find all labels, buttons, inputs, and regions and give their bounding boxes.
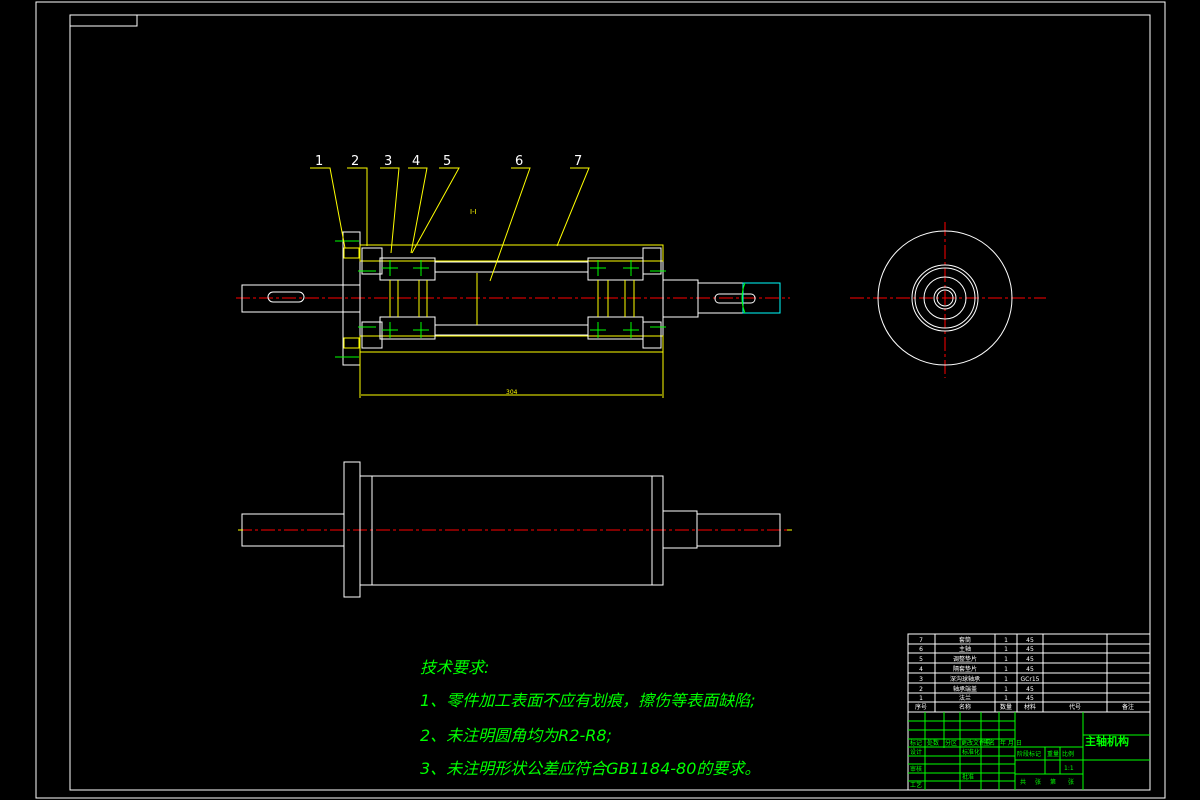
- label-standard: 标准化: [962, 748, 980, 756]
- row-quantity: 1: [1004, 666, 1008, 673]
- label-weight: 重量: [1047, 750, 1059, 758]
- row-number: 4: [919, 666, 923, 673]
- tech-item-3: 3、未注明形状公差应符合GB1184-80的要求。: [420, 759, 761, 778]
- length-dimension: 304: [506, 389, 518, 396]
- part-number-7: 7: [574, 154, 582, 169]
- label-stage: 阶段标记: [1017, 750, 1041, 758]
- label-review: 审核: [910, 765, 922, 773]
- label-mark: 标记: [910, 739, 922, 747]
- label-date: 年 月 日: [1000, 739, 1022, 747]
- tech-item-1: 1、零件加工表面不应有划痕，擦伤等表面缺陷;: [420, 691, 756, 710]
- label-approve: 批准: [962, 773, 974, 781]
- row-number: 5: [919, 656, 923, 663]
- row-name: 主轴: [959, 645, 971, 653]
- part-number-4: 4: [412, 154, 420, 169]
- part-number-5: 5: [443, 154, 451, 169]
- row-number: 7: [919, 637, 923, 644]
- label-zone: 分区: [945, 739, 957, 747]
- parts-list: 7 套筒 1 45 6 主轴 1 45 5 调整垫片 1 45 4 隔套垫片 1 45 3 深沟球轴承 1 GCr15…: [907, 633, 1151, 713]
- row-name: 深沟球轴承: [950, 675, 980, 683]
- part-number-2: 2: [351, 154, 359, 169]
- drawing-title: 主轴机构: [1085, 734, 1129, 748]
- section-label: I-I: [470, 208, 477, 216]
- header-cell: 备注: [1122, 703, 1134, 711]
- label-sheet: 张: [1068, 778, 1074, 786]
- row-quantity: 1: [1004, 656, 1008, 663]
- label-total: 共: [1020, 778, 1026, 786]
- row-number: 3: [919, 676, 923, 683]
- row-quantity: 1: [1004, 637, 1008, 644]
- label-sheets: 张: [1035, 778, 1041, 786]
- part-number-3: 3: [384, 154, 392, 169]
- outline-view: [238, 461, 792, 598]
- row-material: 45: [1026, 646, 1034, 653]
- row-material: 45: [1026, 666, 1034, 673]
- label-signature: 签名: [983, 739, 995, 747]
- header-cell: 代号: [1069, 703, 1081, 711]
- tech-item-2: 2、未注明圆角均为R2-R8;: [420, 726, 612, 745]
- drawing-code-box: [69, 14, 138, 27]
- end-view: [850, 222, 1046, 378]
- title-block: 主轴机构 标记 处数 分区 更改文件号 签名 年 月 日 设计 标准化 审核 工…: [907, 711, 1151, 791]
- part-number-1: 1: [315, 154, 323, 169]
- row-quantity: 1: [1004, 695, 1008, 702]
- cad-drawing: 304 I-I 1 2 3 4 5 6 7 7 套筒 1 456 主轴 1 45…: [35, 1, 1166, 799]
- label-count: 处数: [927, 739, 939, 747]
- label-process: 工艺: [910, 781, 922, 789]
- header-cell: 序号: [915, 703, 927, 711]
- row-material: 45: [1026, 637, 1034, 644]
- row-number: 1: [919, 695, 923, 702]
- row-name: 法兰: [959, 694, 971, 702]
- row-material: 45: [1026, 695, 1034, 702]
- row-quantity: 1: [1004, 686, 1008, 693]
- row-quantity: 1: [1004, 676, 1008, 683]
- header-cell: 名称: [959, 703, 971, 711]
- header-cell: 材料: [1024, 703, 1036, 711]
- header-cell: 数量: [1000, 703, 1012, 711]
- row-name: 套筒: [959, 636, 971, 644]
- row-name: 调整垫片: [953, 655, 977, 663]
- label-scale: 比例: [1062, 750, 1074, 758]
- row-number: 2: [919, 686, 923, 693]
- row-material: GCr15: [1021, 676, 1040, 683]
- row-name: 隔套垫片: [953, 665, 977, 673]
- label-design: 设计: [910, 748, 922, 756]
- scale-value: 1:1: [1064, 765, 1074, 772]
- row-quantity: 1: [1004, 646, 1008, 653]
- label-sheet-no: 第: [1050, 778, 1056, 786]
- row-number: 6: [919, 646, 923, 653]
- row-material: 45: [1026, 656, 1034, 663]
- outer-frame: [35, 1, 1166, 799]
- inner-frame: [69, 14, 1151, 791]
- section-view: 304 I-I 1 2 3 4 5 6 7: [236, 154, 790, 398]
- row-material: 45: [1026, 686, 1034, 693]
- row-name: 轴承端盖: [953, 685, 977, 693]
- part-number-6: 6: [515, 154, 523, 169]
- tech-title: 技术要求:: [420, 658, 490, 677]
